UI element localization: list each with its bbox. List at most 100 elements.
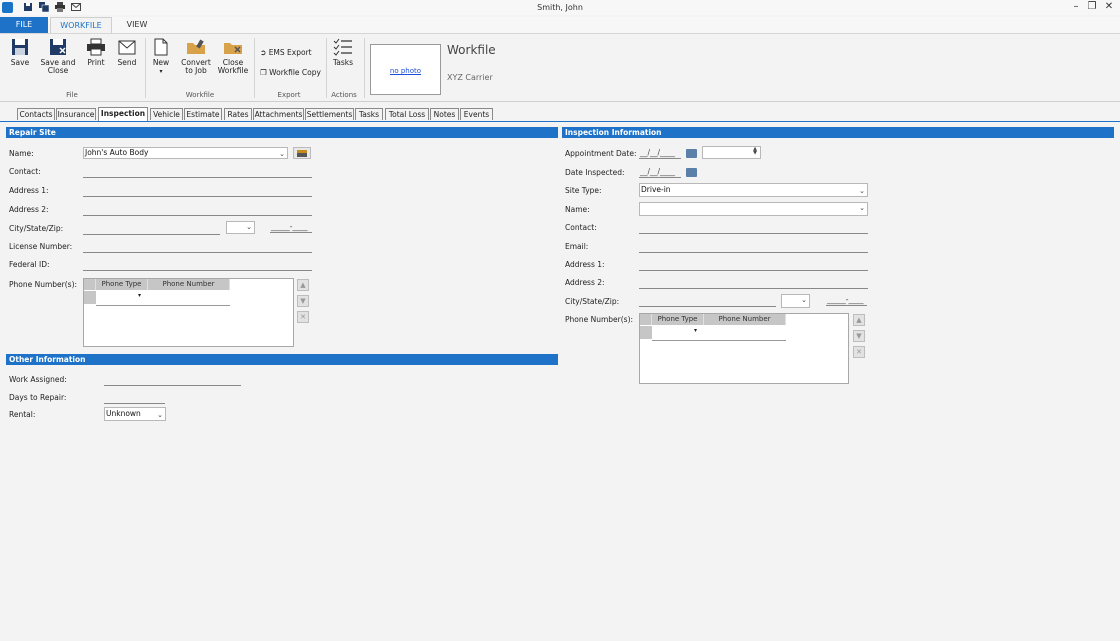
close-icon[interactable]: ✕ bbox=[1102, 1, 1116, 13]
inspection-address1-input[interactable] bbox=[639, 261, 868, 271]
calendar-icon[interactable] bbox=[686, 149, 697, 158]
no-photo-link[interactable]: no photo bbox=[371, 67, 440, 75]
send-button[interactable]: Send bbox=[115, 38, 139, 67]
new-label: New bbox=[152, 58, 170, 67]
work-assigned-label: Work Assigned: bbox=[9, 375, 67, 384]
repair-name-value: John's Auto Body bbox=[85, 148, 149, 157]
ems-export-label: EMS Export bbox=[268, 48, 312, 57]
tasks-label: Tasks bbox=[332, 58, 354, 67]
tab-settlements[interactable]: Settlements bbox=[305, 108, 354, 120]
tab-total-loss[interactable]: Total Loss bbox=[385, 108, 429, 120]
delete-x-icon: ✕ bbox=[856, 348, 862, 356]
save-close-label-2: Close bbox=[47, 66, 69, 75]
inspection-state-select[interactable]: ⌄ bbox=[781, 294, 810, 308]
appointment-time-input[interactable]: ▲ ▼ bbox=[702, 146, 761, 159]
delete-phone-button[interactable]: ✕ bbox=[853, 346, 865, 358]
calendar-icon[interactable] bbox=[686, 168, 697, 177]
phone-type-column-header: Phone Type bbox=[96, 279, 148, 290]
inspection-contact-input[interactable] bbox=[639, 224, 868, 234]
rental-label: Rental: bbox=[9, 410, 36, 419]
tab-workfile[interactable]: WORKFILE bbox=[50, 17, 112, 33]
tab-events[interactable]: Events bbox=[460, 108, 493, 120]
print-button[interactable]: Print bbox=[84, 38, 108, 67]
row-selector[interactable] bbox=[84, 291, 96, 304]
ribbon: Save Save and Close Print Send File New … bbox=[0, 33, 1120, 102]
save-and-close-button[interactable]: Save and Close bbox=[38, 38, 78, 75]
repair-state-select[interactable]: ⌄ bbox=[226, 221, 255, 234]
inspection-zip-input[interactable]: _____-____ bbox=[826, 296, 867, 306]
rental-value: Unknown bbox=[106, 409, 141, 418]
arrow-up-icon: ▲ bbox=[300, 281, 306, 289]
repair-name-select[interactable]: John's Auto Body ⌄ bbox=[83, 147, 288, 159]
repair-contact-input[interactable] bbox=[83, 168, 312, 178]
repair-zip-input[interactable]: _____-____ bbox=[270, 223, 312, 233]
tab-tasks[interactable]: Tasks bbox=[355, 108, 383, 120]
work-assigned-input[interactable] bbox=[104, 376, 241, 386]
inspection-name-label: Name: bbox=[565, 205, 590, 214]
tab-view[interactable]: VIEW bbox=[118, 17, 156, 33]
new-button[interactable]: New ▾ bbox=[150, 38, 172, 76]
rental-select[interactable]: Unknown ⌄ bbox=[104, 407, 166, 421]
repair-federal-input[interactable] bbox=[83, 261, 312, 271]
tab-contacts[interactable]: Contacts bbox=[17, 108, 55, 120]
repair-address1-input[interactable] bbox=[83, 187, 312, 197]
inspection-email-input[interactable] bbox=[639, 243, 868, 253]
inspection-phones-grid[interactable]: Phone Type Phone Number ▾ bbox=[639, 313, 849, 384]
close-workfile-button[interactable]: Close Workfile bbox=[217, 38, 249, 75]
file-group-label: File bbox=[66, 91, 78, 99]
phone-number-column-header: Phone Number bbox=[148, 279, 230, 290]
convert-to-job-button[interactable]: Convert to Job bbox=[181, 38, 211, 75]
inspection-csz-label: City/State/Zip: bbox=[565, 297, 620, 306]
phone-type-select[interactable]: ▾ bbox=[96, 291, 146, 303]
row-selector[interactable] bbox=[640, 326, 652, 339]
tasks-button[interactable]: Tasks bbox=[331, 38, 355, 67]
tab-rates[interactable]: Rates bbox=[224, 108, 252, 120]
shop-lookup-button[interactable] bbox=[293, 147, 311, 159]
date-inspected-input[interactable]: __/__/____ bbox=[639, 168, 681, 178]
days-to-repair-input[interactable] bbox=[104, 394, 165, 404]
carrier-name: XYZ Carrier bbox=[447, 73, 493, 82]
restore-icon[interactable]: ❐ bbox=[1085, 1, 1099, 13]
tab-insurance[interactable]: Insurance bbox=[56, 108, 96, 120]
inspection-name-select[interactable]: ⌄ bbox=[639, 202, 868, 216]
move-down-button[interactable]: ▼ bbox=[297, 295, 309, 307]
move-down-button[interactable]: ▼ bbox=[853, 330, 865, 342]
convert-label-2: to Job bbox=[185, 66, 207, 75]
move-up-button[interactable]: ▲ bbox=[297, 279, 309, 291]
tab-attachments[interactable]: Attachments bbox=[253, 108, 304, 120]
phone-type-select[interactable]: ▾ bbox=[652, 326, 702, 338]
tab-file[interactable]: FILE bbox=[0, 17, 48, 33]
minimize-icon[interactable]: – bbox=[1069, 1, 1083, 13]
repair-federal-label: Federal ID: bbox=[9, 260, 50, 269]
repair-phones-label: Phone Number(s): bbox=[9, 280, 78, 289]
repair-license-input[interactable] bbox=[83, 243, 312, 253]
repair-phones-grid[interactable]: Phone Type Phone Number ▾ bbox=[83, 278, 294, 347]
days-to-repair-label: Days to Repair: bbox=[9, 393, 67, 402]
workfile-copy-button[interactable]: ❐ Workfile Copy bbox=[260, 68, 321, 77]
repair-address2-input[interactable] bbox=[83, 206, 312, 216]
grid-row-line bbox=[652, 340, 786, 341]
tab-vehicle[interactable]: Vehicle bbox=[150, 108, 183, 120]
repair-city-input[interactable] bbox=[83, 225, 220, 235]
site-type-select[interactable]: Drive-in ⌄ bbox=[639, 183, 868, 197]
spin-up-down-icon: ▲ ▼ bbox=[753, 146, 757, 156]
save-button[interactable]: Save bbox=[7, 38, 33, 67]
inspection-address2-input[interactable] bbox=[639, 279, 868, 289]
inspection-address2-label: Address 2: bbox=[565, 278, 605, 287]
delete-phone-button[interactable]: ✕ bbox=[297, 311, 309, 323]
repair-license-label: License Number: bbox=[9, 242, 73, 251]
print-icon bbox=[87, 38, 105, 56]
inspection-phones-label: Phone Number(s): bbox=[565, 315, 634, 324]
ems-export-button[interactable]: ➲ EMS Export bbox=[260, 48, 312, 57]
grid-corner bbox=[84, 279, 96, 290]
phone-number-column-header: Phone Number bbox=[704, 314, 786, 325]
tab-estimate[interactable]: Estimate bbox=[184, 108, 222, 120]
appointment-date-input[interactable]: __/__/____ bbox=[639, 149, 681, 159]
ribbon-separator bbox=[326, 38, 327, 98]
ribbon-separator bbox=[254, 38, 255, 98]
inspection-city-input[interactable] bbox=[639, 297, 776, 307]
tab-inspection[interactable]: Inspection bbox=[98, 107, 148, 121]
save-close-icon bbox=[50, 39, 66, 55]
move-up-button[interactable]: ▲ bbox=[853, 314, 865, 326]
tab-notes[interactable]: Notes bbox=[430, 108, 459, 120]
